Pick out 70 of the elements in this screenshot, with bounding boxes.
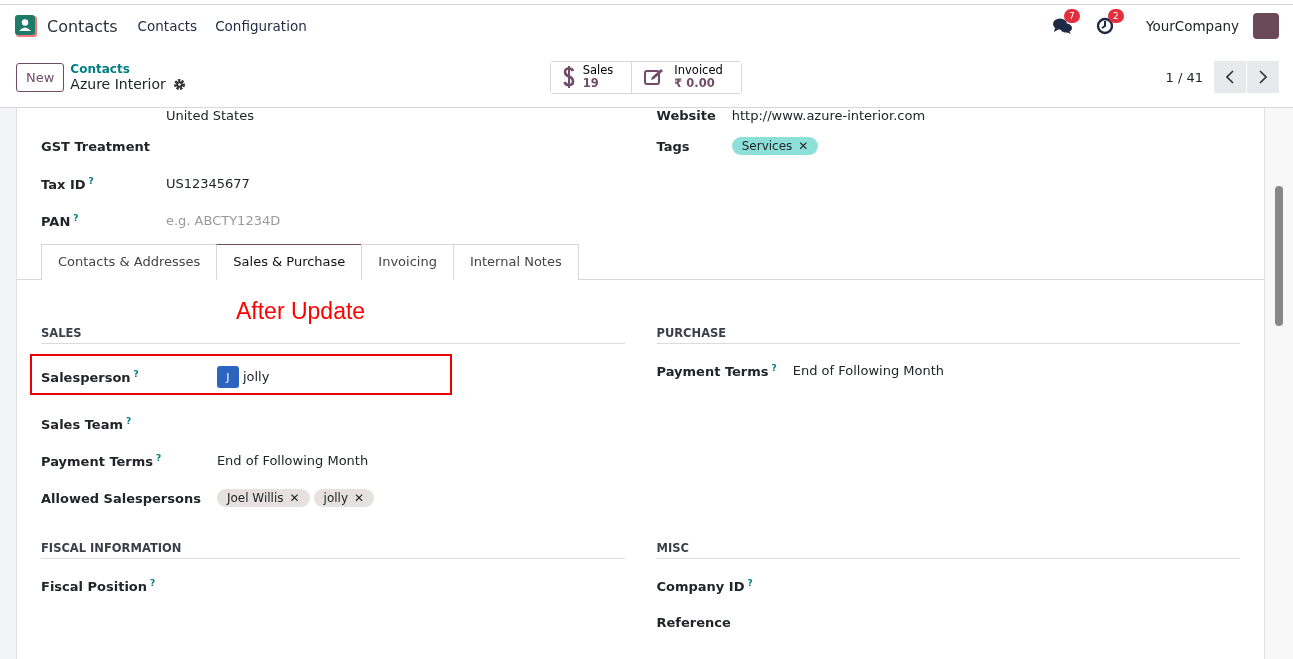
user-avatar[interactable] (1253, 13, 1279, 39)
smart-button-value: ₹ 0.00 (674, 77, 715, 90)
section-title: FISCAL INFORMATION (41, 540, 625, 559)
field-value[interactable]: jolly (242, 369, 270, 384)
annotation-text: After Update (236, 298, 366, 324)
user-avatar: J (216, 366, 239, 388)
scrollbar-thumb[interactable] (1275, 186, 1283, 326)
field-label: Sales Team (41, 417, 123, 433)
remove-tag-button[interactable]: ✕ (289, 490, 300, 505)
field-label: Reference (656, 615, 731, 630)
help-tooltip[interactable]: ? (771, 363, 777, 373)
help-tooltip[interactable]: ? (747, 577, 753, 588)
notification-badge: 7 (1063, 9, 1080, 23)
previous-button[interactable] (1214, 61, 1246, 93)
tag-label: Joel Willis (226, 490, 284, 505)
app-logo-icon (15, 15, 37, 37)
help-tooltip[interactable]: ? (150, 577, 156, 588)
menu-item[interactable]: Contacts (137, 18, 198, 34)
field-value[interactable]: http://www.azure-interior.com (731, 108, 926, 123)
chevron-left-icon (1226, 70, 1234, 84)
field-label: Tax ID (41, 177, 86, 193)
field-label: PAN (41, 214, 71, 230)
section-title: MISC (656, 540, 1240, 559)
notification-badge: 2 (1107, 9, 1124, 23)
app-name[interactable]: Contacts (47, 16, 118, 36)
tab[interactable]: Internal Notes (452, 244, 579, 280)
menu-item[interactable]: Configuration (215, 18, 307, 34)
dollar-icon (562, 66, 575, 88)
smart-button[interactable]: Sales 19 (550, 61, 633, 93)
tab[interactable]: Contacts & Addresses (41, 244, 218, 280)
smart-button-label: Sales (582, 64, 614, 77)
help-tooltip[interactable]: ? (133, 369, 139, 379)
next-button[interactable] (1247, 61, 1279, 93)
field-label: GST Treatment (41, 139, 150, 154)
field-label: Salesperson (41, 370, 131, 386)
field-label: Company ID (656, 579, 745, 594)
breadcrumb-link[interactable]: Contacts (70, 62, 186, 76)
field-value[interactable]: End of Following Month (792, 363, 945, 378)
help-tooltip[interactable]: ? (156, 453, 162, 464)
scrollbar[interactable] (1264, 108, 1293, 659)
tab[interactable]: Invoicing (361, 244, 454, 280)
tag-label: Services (741, 139, 793, 153)
tab[interactable]: Sales & Purchase (216, 244, 363, 280)
company-name[interactable]: YourCompany (1145, 18, 1239, 34)
section-title: PURCHASE (656, 326, 1240, 344)
section-title: SALES (41, 326, 625, 344)
smart-button-value: 19 (582, 77, 599, 90)
help-tooltip[interactable]: ? (88, 176, 94, 186)
help-tooltip[interactable]: ? (125, 416, 132, 426)
field-value[interactable]: End of Following Month (216, 453, 369, 469)
field-label: Website (656, 108, 716, 123)
clock-icon (1095, 17, 1114, 35)
help-tooltip[interactable]: ? (73, 213, 79, 223)
chat-icon (1051, 17, 1074, 35)
field-label: Allowed Salespersons (41, 490, 201, 506)
tag-label: jolly (323, 490, 349, 505)
record-title: Azure Interior (70, 76, 166, 92)
field-label: Payment Terms (656, 364, 769, 380)
new-button[interactable]: New (16, 62, 65, 92)
remove-tag-button[interactable]: ✕ (354, 490, 365, 505)
field-value[interactable]: United States (165, 108, 254, 123)
pager-value: 1 / 41 (1165, 69, 1203, 85)
gear-icon (172, 77, 186, 91)
field-value[interactable]: US12345677 (165, 176, 250, 191)
smart-button-label: Invoiced (674, 64, 723, 77)
remove-tag-button[interactable]: ✕ (798, 139, 809, 153)
field-label: Payment Terms (41, 454, 154, 470)
field-label: Fiscal Position (41, 579, 148, 594)
field-label: Tags (656, 139, 690, 154)
chevron-right-icon (1259, 70, 1267, 84)
